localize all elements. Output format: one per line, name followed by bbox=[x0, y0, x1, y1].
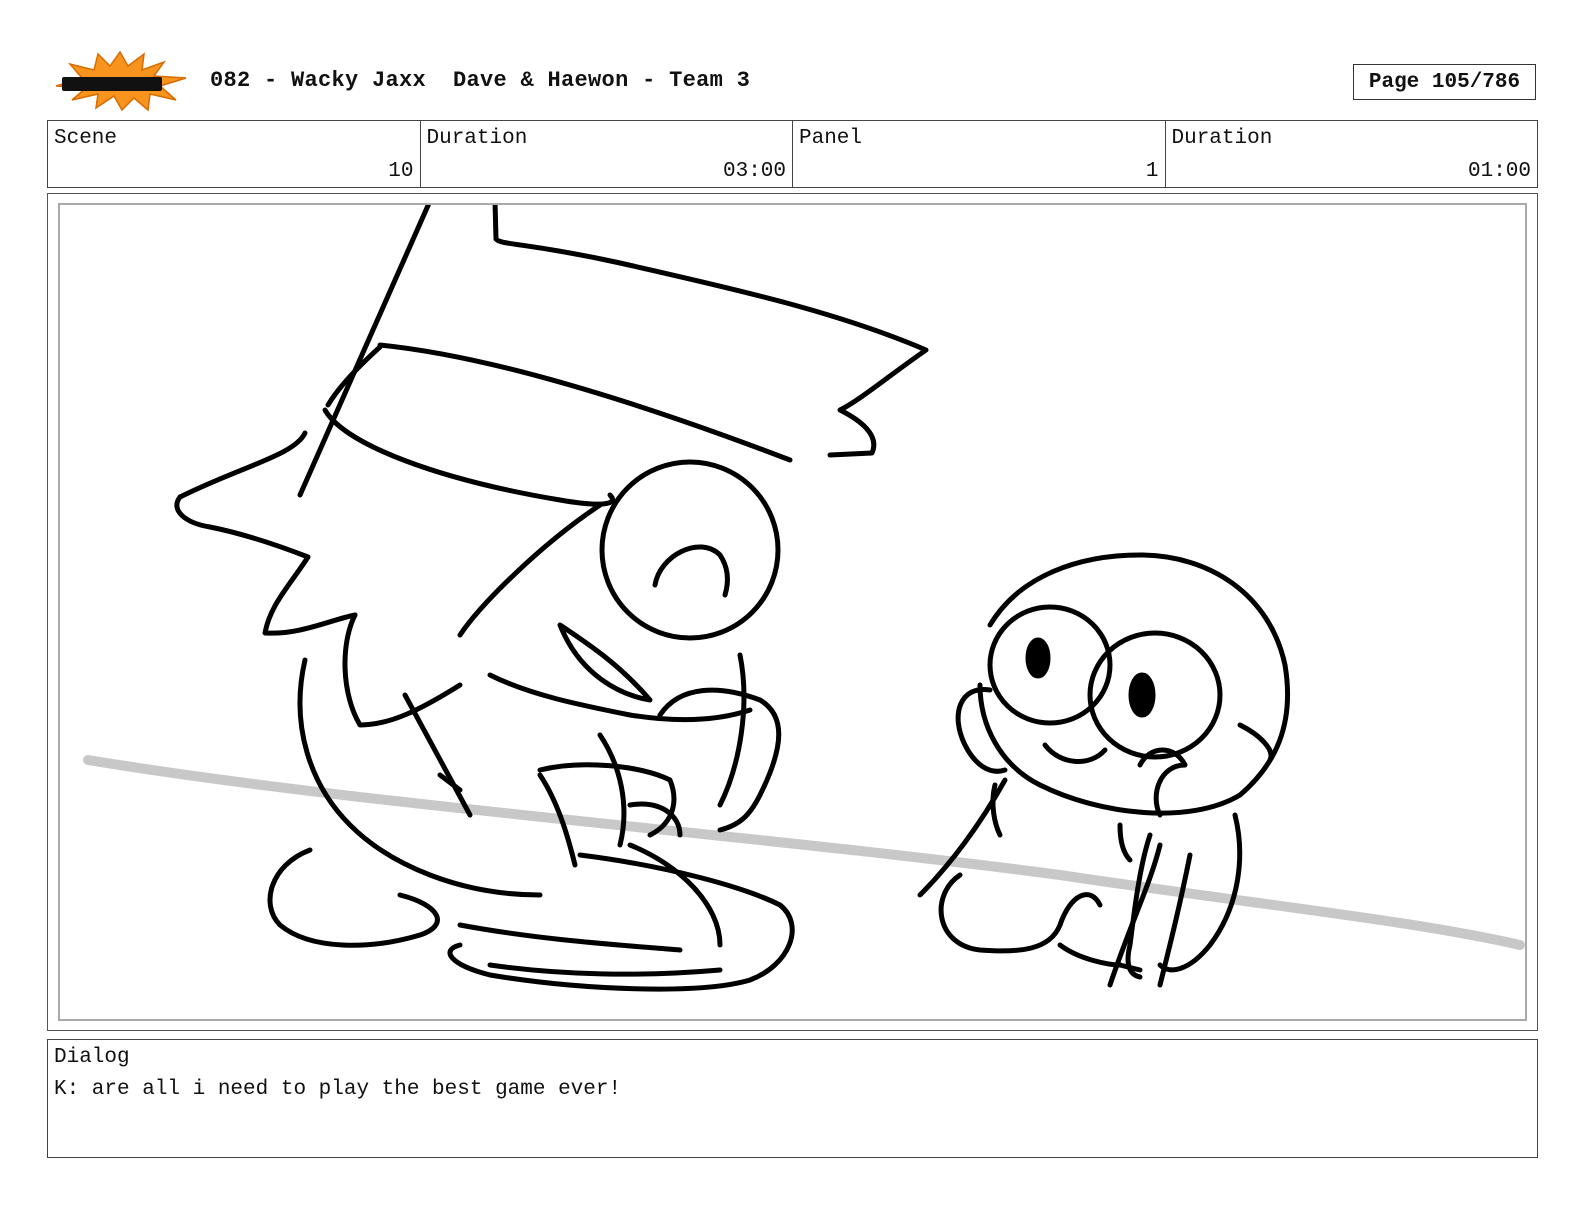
panel-duration-value: 01:00 bbox=[1467, 160, 1531, 183]
panel-cell: Panel 1 bbox=[793, 121, 1166, 187]
toon-boom-logo bbox=[52, 50, 188, 112]
panel-label: Panel bbox=[799, 127, 863, 150]
scene-label: Scene bbox=[54, 127, 118, 150]
panel-duration-cell: Duration 01:00 bbox=[1166, 121, 1538, 187]
storyboard-title: 082 - Wacky Jaxx Dave & Haewon - Team 3 bbox=[210, 68, 751, 93]
storyboard-panel bbox=[47, 193, 1538, 1031]
dialog-label: Dialog bbox=[54, 1046, 130, 1069]
scene-value: 10 bbox=[388, 160, 414, 183]
dialog-box: Dialog K: are all i need to play the bes… bbox=[47, 1039, 1538, 1158]
sketch-drawing bbox=[83, 205, 1525, 992]
page-number: Page 105/786 bbox=[1353, 64, 1536, 100]
logo-burst-icon bbox=[55, 50, 187, 112]
panel-value: 1 bbox=[1145, 160, 1159, 183]
scene-duration-value: 03:00 bbox=[722, 160, 786, 183]
scene-duration-label: Duration bbox=[426, 127, 528, 150]
scene-cell: Scene 10 bbox=[48, 121, 421, 187]
dialog-text: K: are all i need to play the best game … bbox=[54, 1078, 622, 1101]
scene-duration-cell: Duration 03:00 bbox=[421, 121, 793, 187]
panel-artwork bbox=[58, 203, 1527, 1021]
scene-info-row: Scene 10 Duration 03:00 Panel 1 Duration… bbox=[47, 120, 1538, 188]
panel-duration-label: Duration bbox=[1171, 127, 1273, 150]
